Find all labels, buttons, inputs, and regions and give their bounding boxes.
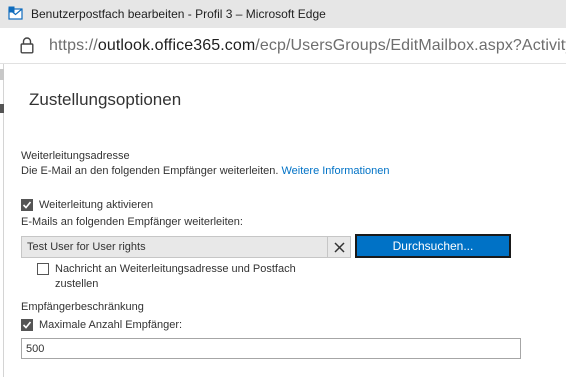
url-scheme: https:// xyxy=(49,36,98,54)
forwarding-description: Die E-Mail an den folgenden Empfänger we… xyxy=(21,165,390,177)
checkmark-icon xyxy=(22,321,32,329)
max-recipients-input[interactable] xyxy=(21,338,521,359)
window-title: Benutzerpostfach bearbeiten - Profil 3 –… xyxy=(31,7,326,21)
forwarding-description-text: Die E-Mail an den folgenden Empfänger we… xyxy=(21,165,279,177)
enable-forwarding-label: Weiterleitung aktivieren xyxy=(39,199,154,211)
dialog-content: Zustellungsoptionen Weiterleitungsadress… xyxy=(0,64,566,377)
forward-to-label: E-Mails an folgenden Empfänger weiterlei… xyxy=(21,216,243,228)
close-icon[interactable] xyxy=(328,237,350,257)
max-recipients-checkbox[interactable] xyxy=(21,319,33,331)
forwarding-section-label: Weiterleitungsadresse xyxy=(21,150,130,162)
enable-forwarding-row[interactable]: Weiterleitung aktivieren xyxy=(21,198,153,213)
deliver-both-label-line2: zustellen xyxy=(55,278,99,290)
recipient-limit-section-label: Empfängerbeschränkung xyxy=(21,301,144,313)
browse-button[interactable]: Durchsuchen... xyxy=(355,234,511,258)
window-titlebar: Benutzerpostfach bearbeiten - Profil 3 –… xyxy=(0,0,566,28)
checkmark-icon xyxy=(22,201,32,209)
url-text[interactable]: https://outlook.office365.com/ecp/UsersG… xyxy=(49,37,566,55)
recipient-value: Test User for User rights xyxy=(27,241,146,253)
mailbox-icon xyxy=(8,6,24,22)
enable-forwarding-checkbox[interactable] xyxy=(21,199,33,211)
page-title: Zustellungsoptionen xyxy=(29,90,182,109)
max-recipients-label: Maximale Anzahl Empfänger: xyxy=(39,319,183,331)
more-info-link[interactable]: Weitere Informationen xyxy=(282,165,390,177)
max-recipients-row[interactable]: Maximale Anzahl Empfänger: xyxy=(21,318,182,333)
deliver-both-label: Nachricht an Weiterleitungsadresse und P… xyxy=(55,262,296,292)
url-path: /ecp/UsersGroups/EditMailbox.aspx?Activi… xyxy=(255,36,566,54)
lock-icon[interactable] xyxy=(20,37,34,54)
url-host: outlook.office365.com xyxy=(97,36,256,54)
address-bar[interactable]: https://outlook.office365.com/ecp/UsersG… xyxy=(0,28,566,64)
recipient-field[interactable]: Test User for User rights xyxy=(21,236,351,258)
deliver-both-label-line1: Nachricht an Weiterleitungsadresse und P… xyxy=(55,263,296,275)
deliver-both-row[interactable]: Nachricht an Weiterleitungsadresse und P… xyxy=(37,262,296,292)
deliver-both-checkbox[interactable] xyxy=(37,263,49,275)
